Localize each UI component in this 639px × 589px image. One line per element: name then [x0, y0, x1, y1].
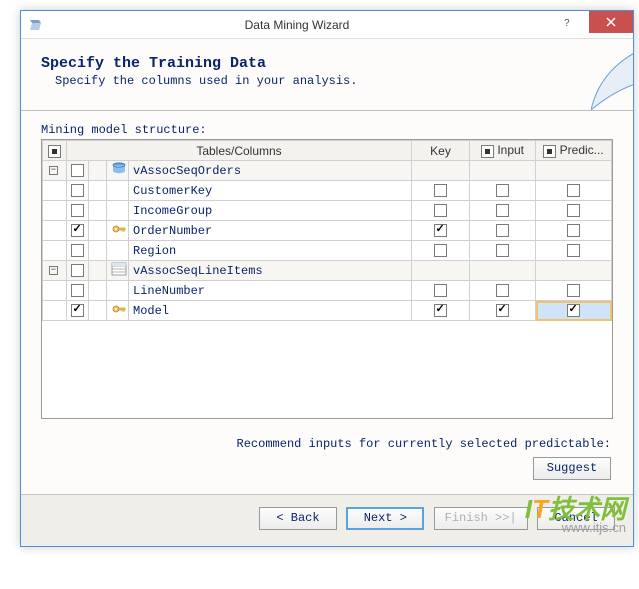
- nested-table-icon: [111, 262, 127, 280]
- checkbox[interactable]: [567, 204, 580, 217]
- key-icon: [111, 222, 127, 240]
- checkbox[interactable]: [434, 244, 447, 257]
- row-label: Model: [129, 301, 412, 321]
- help-icon: ?: [562, 17, 572, 27]
- row-label: LineNumber: [129, 281, 412, 301]
- column-row[interactable]: OrderNumber: [43, 221, 612, 241]
- checkbox[interactable]: [567, 304, 580, 317]
- checkbox[interactable]: [434, 184, 447, 197]
- structure-label: Mining model structure:: [41, 123, 613, 137]
- header-input[interactable]: Input: [470, 141, 536, 161]
- window-icon: [21, 11, 49, 38]
- suggest-button[interactable]: Suggest: [533, 457, 611, 480]
- grid-table: Tables/Columns Key Input Predic... − vAss…: [42, 140, 612, 321]
- titlebar: Data Mining Wizard ?: [21, 11, 633, 39]
- checkbox[interactable]: [496, 224, 509, 237]
- checkbox[interactable]: [567, 244, 580, 257]
- column-row[interactable]: Model: [43, 301, 612, 321]
- case-table-icon: [111, 162, 127, 180]
- checkbox[interactable]: [71, 164, 84, 177]
- checkbox[interactable]: [496, 184, 509, 197]
- recommend-label: Recommend inputs for currently selected …: [41, 437, 611, 451]
- checkbox[interactable]: [496, 204, 509, 217]
- checkbox[interactable]: [71, 264, 84, 277]
- window-title: Data Mining Wizard: [49, 11, 545, 38]
- finish-button: Finish >>|: [434, 507, 528, 530]
- row-label: Region: [129, 241, 412, 261]
- checkbox[interactable]: [496, 284, 509, 297]
- tree-toggle-icon[interactable]: −: [49, 166, 58, 175]
- table-row[interactable]: − vAssocSeqLineItems: [43, 261, 612, 281]
- checkbox[interactable]: [434, 204, 447, 217]
- checkbox[interactable]: [71, 224, 84, 237]
- wizard-header: Specify the Training Data Specify the co…: [21, 39, 633, 111]
- help-button[interactable]: ?: [545, 11, 589, 33]
- back-button[interactable]: < Back: [259, 507, 337, 530]
- checkbox[interactable]: [71, 304, 84, 317]
- mining-structure-grid[interactable]: Tables/Columns Key Input Predic... − vAss…: [41, 139, 613, 419]
- checkbox[interactable]: [71, 184, 84, 197]
- checkbox[interactable]: [496, 244, 509, 257]
- checkbox[interactable]: [567, 284, 580, 297]
- table-row[interactable]: − vAssocSeqOrders: [43, 161, 612, 181]
- wizard-body: Mining model structure: Tables/Columns K…: [21, 111, 633, 494]
- checkbox[interactable]: [567, 224, 580, 237]
- checkbox[interactable]: [71, 204, 84, 217]
- column-row[interactable]: CustomerKey: [43, 181, 612, 201]
- row-label: vAssocSeqOrders: [129, 161, 412, 181]
- cancel-button[interactable]: Cancel: [537, 507, 615, 530]
- next-button[interactable]: Next >: [346, 507, 424, 530]
- checkbox[interactable]: [434, 304, 447, 317]
- page-title: Specify the Training Data: [41, 55, 613, 72]
- grid-header-row: Tables/Columns Key Input Predic...: [43, 141, 612, 161]
- column-row[interactable]: Region: [43, 241, 612, 261]
- row-label: OrderNumber: [129, 221, 412, 241]
- wizard-footer: < Back Next > Finish >>| Cancel: [21, 494, 633, 546]
- page-subtitle: Specify the columns used in your analysi…: [55, 74, 613, 88]
- window-controls: ?: [545, 11, 633, 38]
- checkbox[interactable]: [434, 284, 447, 297]
- close-button[interactable]: [589, 11, 633, 33]
- column-row[interactable]: LineNumber: [43, 281, 612, 301]
- checkbox[interactable]: [434, 224, 447, 237]
- column-row[interactable]: IncomeGroup: [43, 201, 612, 221]
- close-icon: [606, 17, 616, 27]
- checkbox[interactable]: [71, 284, 84, 297]
- header-include-checkbox[interactable]: [43, 141, 67, 161]
- header-key[interactable]: Key: [412, 141, 470, 161]
- row-label: IncomeGroup: [129, 201, 412, 221]
- checkbox[interactable]: [496, 304, 509, 317]
- header-tables-columns[interactable]: Tables/Columns: [67, 141, 412, 161]
- wizard-window: Data Mining Wizard ? Specify the Trainin…: [20, 10, 634, 547]
- header-predict[interactable]: Predic...: [536, 141, 612, 161]
- row-label: vAssocSeqLineItems: [129, 261, 412, 281]
- checkbox[interactable]: [71, 244, 84, 257]
- key-icon: [111, 302, 127, 320]
- row-label: CustomerKey: [129, 181, 412, 201]
- tree-toggle-icon[interactable]: −: [49, 266, 58, 275]
- svg-text:?: ?: [564, 18, 570, 27]
- checkbox[interactable]: [567, 184, 580, 197]
